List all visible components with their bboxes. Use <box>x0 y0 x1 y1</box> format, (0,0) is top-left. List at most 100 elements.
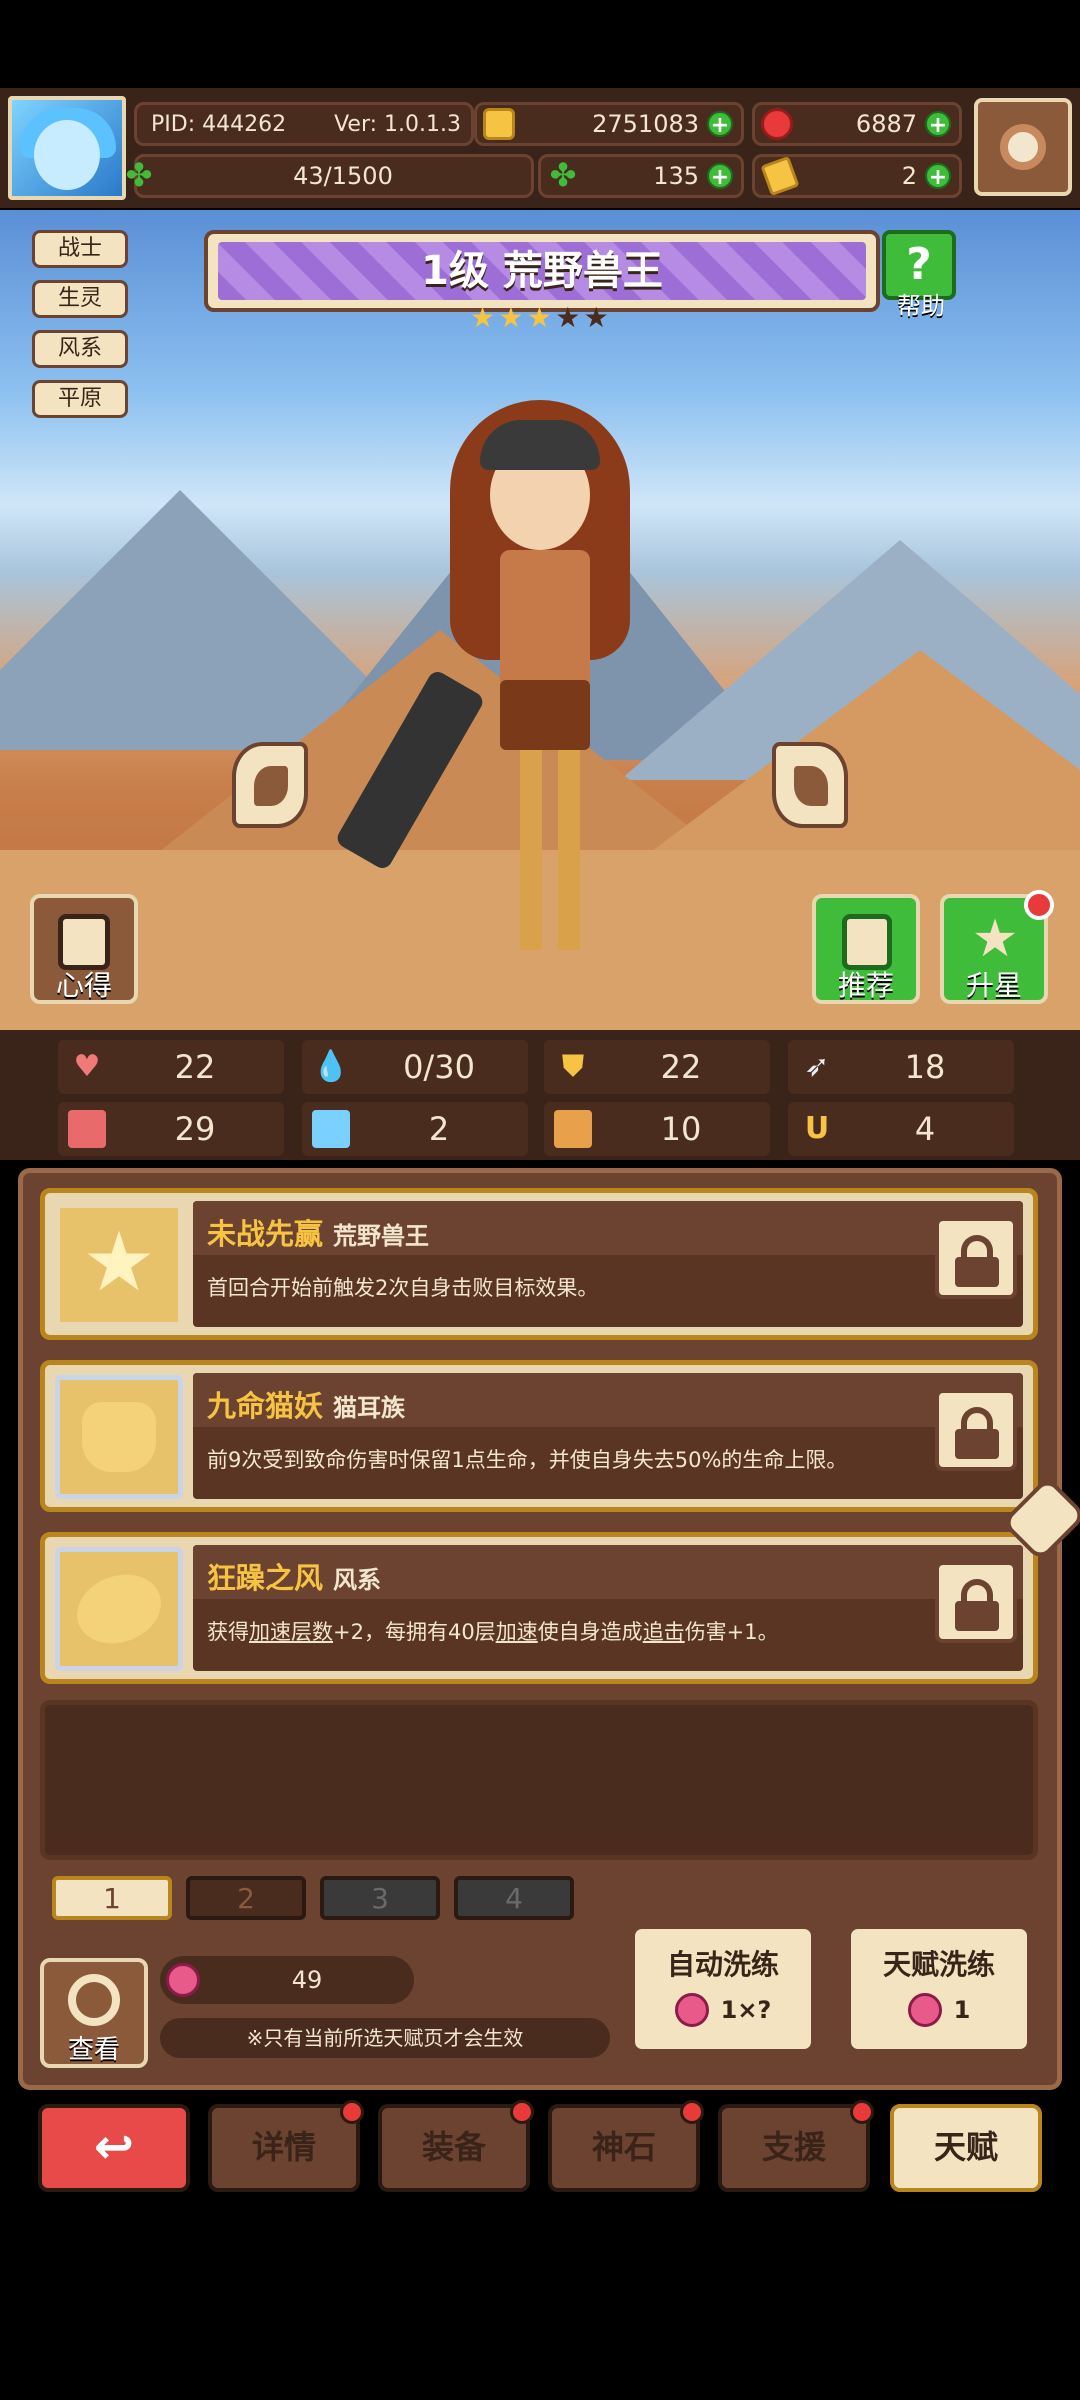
talent-source: 猫耳族 <box>333 1394 406 1422</box>
auto-reroll-label: 自动洗练 <box>666 1948 779 1981</box>
heart-icon: ♥ <box>73 1049 101 1084</box>
berry-icon <box>674 1993 709 2027</box>
talent-card[interactable]: ★ 未战先赢 荒野兽王 首回合开始前触发2次自身击败目标效果。 <box>40 1188 1038 1340</box>
notification-dot <box>340 2100 364 2124</box>
keyword-link[interactable]: 加速层数 <box>249 1620 333 1644</box>
tag-element[interactable]: 风系 <box>32 330 128 368</box>
horseshoe-icon: U <box>804 1111 830 1146</box>
help-button[interactable]: ? 帮助 <box>882 230 960 320</box>
unlock-button[interactable] <box>935 1389 1017 1471</box>
hero-title-banner: 1级 荒野兽王 <box>204 230 880 312</box>
talent-name: 未战先赢 荒野兽王 <box>207 1217 430 1251</box>
tag-class[interactable]: 战士 <box>32 230 128 268</box>
gear-icon <box>1000 124 1046 170</box>
view-button[interactable]: 查看 <box>40 1958 148 2068</box>
notification-dot <box>850 2100 874 2124</box>
insight-label: 心得 <box>55 969 112 1002</box>
talent-description: 首回合开始前触发2次自身击败目标效果。 <box>207 1276 599 1300</box>
thumbs-up-icon <box>842 914 892 970</box>
talent-name: 九命猫妖 猫耳族 <box>207 1389 406 1423</box>
talent-reroll-button[interactable]: 天赋洗练 1 <box>846 1924 1032 2054</box>
hero-star-rating: ★ ★ ★ ★ ★ <box>470 304 610 340</box>
star-empty-icon: ★ <box>555 301 581 334</box>
talent-page-tab-1[interactable]: 1 <box>52 1876 172 1920</box>
talent-card[interactable]: 狂躁之风 风系 获得加速层数+2，每拥有40层加速使自身造成追击伤害+1。 <box>40 1532 1038 1684</box>
wing-icon: ➶ <box>804 1049 830 1084</box>
add-gem-button[interactable]: + <box>925 111 951 138</box>
add-gold-button[interactable]: + <box>707 111 733 138</box>
star-empty-icon: ★ <box>583 301 609 334</box>
stat-defense: ⛊ 22 <box>544 1040 770 1094</box>
notebook-icon <box>58 914 110 970</box>
nav-details[interactable]: 详情 <box>208 2100 364 2192</box>
tag-race[interactable]: 生灵 <box>32 280 128 318</box>
star-filled-icon: ★ <box>470 301 496 334</box>
talent-page-tab-2[interactable]: 2 <box>186 1876 306 1920</box>
star-filled-icon: ★ <box>498 301 524 334</box>
red-gem-icon <box>761 108 793 140</box>
auto-reroll-button[interactable]: 自动洗练 1×? <box>630 1924 816 2054</box>
talent-source: 荒野兽王 <box>333 1222 430 1250</box>
gold-value: 2751083 <box>592 110 699 138</box>
empty-talent-slot <box>40 1700 1038 1860</box>
whirlwind-icon <box>67 1563 171 1655</box>
unlock-button[interactable] <box>935 1561 1017 1643</box>
pid-version-bar: PID: 444262 Ver: 1.0.1.3 <box>134 102 474 146</box>
gold-counter: 2751083 + <box>474 102 744 146</box>
stat-attack: 29 <box>58 1102 284 1156</box>
talent-reroll-label: 天赋洗练 <box>882 1948 995 1981</box>
talent-card[interactable]: 九命猫妖 猫耳族 前9次受到致命伤害时保留1点生命，并使自身失去50%的生命上限。 <box>40 1360 1038 1512</box>
back-button[interactable]: ↩ <box>38 2104 190 2192</box>
tag-terrain[interactable]: 平原 <box>32 380 128 418</box>
add-ticket-button[interactable]: + <box>925 163 951 190</box>
talent-name: 狂躁之风 风系 <box>207 1561 382 1595</box>
talent-icon-frame <box>55 1547 183 1671</box>
left-arrow-icon <box>254 766 288 806</box>
keyword-link[interactable]: 加速 <box>496 1620 538 1644</box>
ticket-counter: 2 + <box>752 154 962 198</box>
berry-icon <box>907 1993 942 2027</box>
auto-reroll-cost: 1×? <box>720 1996 772 2024</box>
recommend-button[interactable]: 推荐 <box>812 894 920 1004</box>
star-icon: ★ <box>971 909 1019 969</box>
next-hero-button[interactable] <box>772 742 848 828</box>
previous-hero-button[interactable] <box>232 742 308 828</box>
hero-character-sprite <box>334 380 700 1030</box>
talent-source: 风系 <box>333 1566 382 1594</box>
energy-value: 43/1500 <box>293 162 393 190</box>
nav-support[interactable]: 支援 <box>718 2100 874 2192</box>
clover-value: 135 <box>653 162 699 190</box>
stat-speed: ➶ 18 <box>788 1040 1014 1094</box>
star-up-label: 升星 <box>965 969 1022 1002</box>
keyword-link[interactable]: 追击 <box>643 1620 685 1644</box>
ticket-value: 2 <box>901 162 917 190</box>
boot-icon <box>554 1110 592 1148</box>
water-drop-icon: 💧 <box>312 1049 350 1084</box>
talent-page-tab-4[interactable]: 4 <box>454 1876 574 1920</box>
player-avatar[interactable] <box>8 96 126 200</box>
fist-icon <box>68 1110 106 1148</box>
add-clover-button[interactable]: + <box>707 163 733 190</box>
unlock-button[interactable] <box>935 1217 1017 1299</box>
energy-clover-icon: ✤ <box>125 156 153 194</box>
stat-agility: 10 <box>544 1102 770 1156</box>
talent-reroll-cost: 1 <box>953 1996 971 2024</box>
talent-icon-frame <box>55 1375 183 1499</box>
insight-button[interactable]: 心得 <box>30 894 138 1004</box>
hero-title: 1级 荒野兽王 <box>421 248 663 294</box>
talent-icon-frame: ★ <box>55 1203 183 1327</box>
view-label: 查看 <box>67 2035 120 2065</box>
player-id: PID: 444262 <box>151 111 287 137</box>
nav-equipment[interactable]: 装备 <box>378 2100 534 2192</box>
resource-count-value: 49 <box>291 1966 323 1994</box>
talent-description: 获得加速层数+2，每拥有40层加速使自身造成追击伤害+1。 <box>207 1620 779 1644</box>
gold-coin-icon <box>483 108 515 140</box>
settings-button[interactable] <box>974 98 1072 196</box>
talent-page-tab-3[interactable]: 3 <box>320 1876 440 1920</box>
back-arrow-icon: ↩ <box>93 2119 135 2175</box>
nav-talent[interactable]: 天赋 <box>890 2104 1042 2192</box>
nav-godstone[interactable]: 神石 <box>548 2100 704 2192</box>
clover-icon: ✤ <box>549 156 577 194</box>
clover-counter: ✤ 135 + <box>538 154 744 198</box>
ticket-icon <box>760 155 800 197</box>
